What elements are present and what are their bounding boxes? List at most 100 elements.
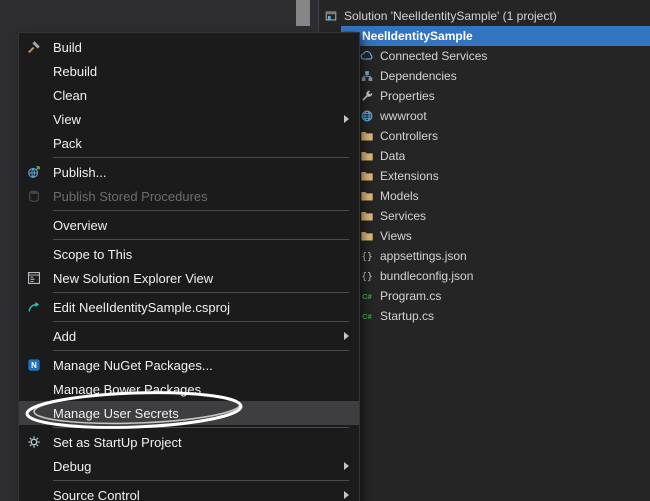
menu-separator [53, 427, 349, 428]
menu-separator [53, 292, 349, 293]
menu-item-add[interactable]: Add [19, 324, 359, 348]
tree-item-label: Data [380, 149, 405, 163]
submenu-arrow-icon [344, 115, 349, 123]
tree-item-label: Connected Services [380, 49, 487, 63]
scrollbar-thumb[interactable] [296, 0, 310, 26]
tree-item-label: Program.cs [380, 289, 441, 303]
tree-item-label: Extensions [380, 169, 439, 183]
menu-item-debug[interactable]: Debug [19, 454, 359, 478]
edit-arrow-icon [25, 300, 43, 314]
solution-explorer-panel: Solution 'NeelIdentitySample' (1 project… [318, 0, 650, 501]
submenu-arrow-icon [344, 332, 349, 340]
tree-item-connected-services[interactable]: Connected Services [359, 46, 650, 66]
menu-item-label: New Solution Explorer View [53, 271, 359, 286]
publish-icon [25, 165, 43, 179]
menu-item-view[interactable]: View [19, 107, 359, 131]
menu-item-pack[interactable]: Pack [19, 131, 359, 155]
menu-item-label: Clean [53, 88, 359, 103]
database-icon [25, 189, 43, 203]
tree-item-properties[interactable]: Properties [359, 86, 650, 106]
menu-item-scope-to-this[interactable]: Scope to This [19, 242, 359, 266]
csharp-file-icon: C# [359, 308, 375, 324]
tree-item-wwwroot[interactable]: wwwroot [359, 106, 650, 126]
csharp-file-icon: C# [359, 288, 375, 304]
svg-text:N: N [31, 361, 37, 370]
menu-item-publish[interactable]: Publish... [19, 160, 359, 184]
tree-item-label: wwwroot [380, 109, 427, 123]
svg-text:C#: C# [362, 312, 372, 321]
dependencies-icon [359, 68, 375, 84]
menu-item-label: Overview [53, 218, 359, 233]
menu-item-label: Source Control [53, 488, 344, 501]
menu-item-manage-user-secrets[interactable]: Manage User Secrets [19, 401, 359, 425]
svg-text:C#: C# [362, 292, 372, 301]
tree-item-views[interactable]: Views [359, 226, 650, 246]
menu-item-build[interactable]: Build [19, 35, 359, 59]
folder-icon [359, 228, 375, 244]
tree-item-services[interactable]: Services [359, 206, 650, 226]
build-icon [25, 40, 43, 54]
menu-item-label: Manage Bower Packages [53, 382, 359, 397]
json-icon: {} [359, 268, 375, 284]
folder-icon [359, 148, 375, 164]
tree-item-label: Startup.cs [380, 309, 434, 323]
tree-item-dependencies[interactable]: Dependencies [359, 66, 650, 86]
menu-separator [53, 210, 349, 211]
menu-item-clean[interactable]: Clean [19, 83, 359, 107]
menu-separator [53, 321, 349, 322]
menu-item-label: View [53, 112, 344, 127]
svg-text:{}: {} [361, 252, 373, 263]
tree-item-label: Services [380, 209, 426, 223]
folder-icon [359, 208, 375, 224]
tree-item-label: Views [380, 229, 412, 243]
nuget-icon: N [25, 358, 43, 372]
tree-item-startup-cs[interactable]: ✓C#Startup.cs [359, 306, 650, 326]
tree-item-label: Solution 'NeelIdentitySample' (1 project… [344, 9, 557, 23]
menu-item-label: Debug [53, 459, 344, 474]
tree-item-label: appsettings.json [380, 249, 467, 263]
tree-item-bundleconfig-json[interactable]: {} bundleconfig.json [359, 266, 650, 286]
menu-separator [53, 350, 349, 351]
menu-item-label: Edit NeelIdentitySample.csproj [53, 300, 359, 315]
vs-window: Solution 'NeelIdentitySample' (1 project… [0, 0, 650, 501]
menu-separator [53, 157, 349, 158]
tree-item-label: Controllers [380, 129, 438, 143]
tree-item-appsettings-json[interactable]: {} appsettings.json [359, 246, 650, 266]
tree-item-extensions[interactable]: Extensions [359, 166, 650, 186]
menu-item-label: Publish... [53, 165, 359, 180]
gear-icon [25, 435, 43, 449]
tree-item-label: bundleconfig.json [380, 269, 473, 283]
menu-separator [53, 480, 349, 481]
tree-item-label: Properties [380, 89, 435, 103]
wrench-icon [359, 88, 375, 104]
submenu-arrow-icon [344, 462, 349, 470]
folder-icon [359, 188, 375, 204]
menu-separator [53, 239, 349, 240]
tree-item-data[interactable]: Data [359, 146, 650, 166]
json-icon: {} [359, 248, 375, 264]
menu-item-label: Pack [53, 136, 359, 151]
menu-item-rebuild[interactable]: Rebuild [19, 59, 359, 83]
menu-item-manage-nuget-packages[interactable]: NManage NuGet Packages... [19, 353, 359, 377]
tree-item-neelidentitysample[interactable]: C#NeelIdentitySample [341, 26, 650, 46]
menu-item-manage-bower-packages[interactable]: Manage Bower Packages [19, 377, 359, 401]
menu-item-overview[interactable]: Overview [19, 213, 359, 237]
menu-item-publish-stored-procedures[interactable]: Publish Stored Procedures [19, 184, 359, 208]
solution-icon [323, 8, 339, 24]
menu-item-source-control[interactable]: Source Control [19, 483, 359, 501]
menu-item-edit-neelidentitysample-csproj[interactable]: Edit NeelIdentitySample.csproj [19, 295, 359, 319]
menu-item-label: Add [53, 329, 344, 344]
folder-icon [359, 128, 375, 144]
menu-item-label: Build [53, 40, 359, 55]
menu-item-set-as-startup-project[interactable]: Set as StartUp Project [19, 430, 359, 454]
tree-item-models[interactable]: Models [359, 186, 650, 206]
tree-item-solution-neelidentitysample-1-project[interactable]: Solution 'NeelIdentitySample' (1 project… [323, 6, 650, 26]
tree-item-controllers[interactable]: Controllers [359, 126, 650, 146]
connected-services-icon [359, 48, 375, 64]
solution-explorer-icon [25, 271, 43, 285]
tree-item-label: Dependencies [380, 69, 457, 83]
globe-icon [359, 108, 375, 124]
menu-item-label: Set as StartUp Project [53, 435, 359, 450]
menu-item-new-solution-explorer-view[interactable]: New Solution Explorer View [19, 266, 359, 290]
tree-item-program-cs[interactable]: C# Program.cs [359, 286, 650, 306]
